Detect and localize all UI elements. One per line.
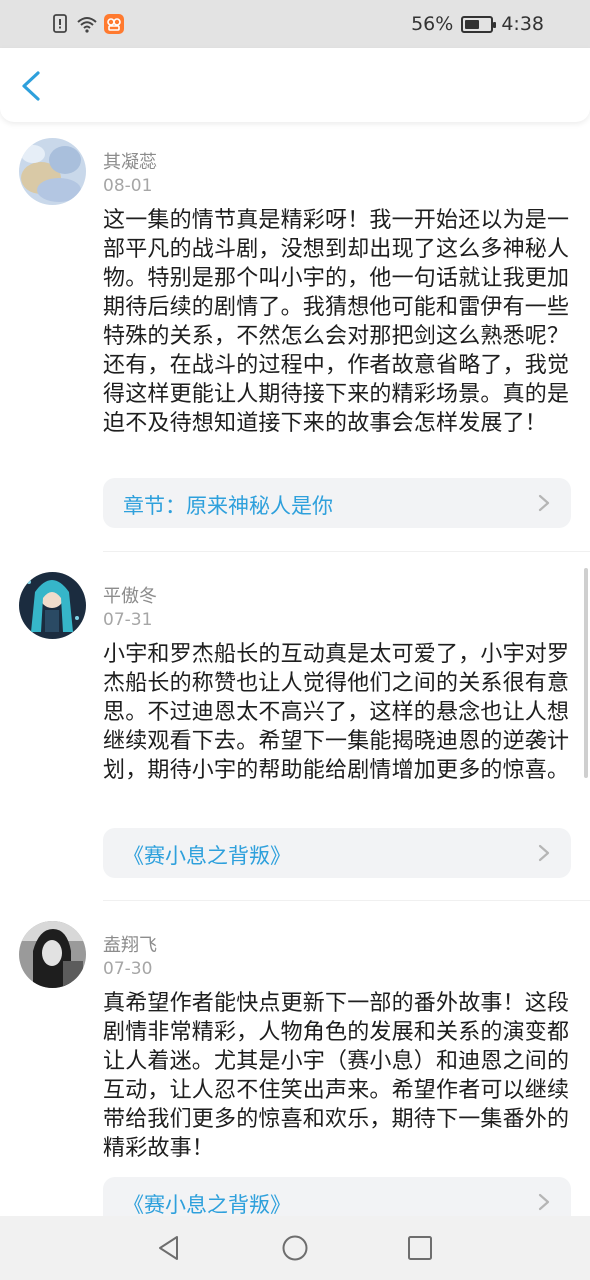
alert-icon bbox=[53, 14, 67, 33]
home-circle-icon[interactable] bbox=[281, 1234, 309, 1262]
app-notification-icon bbox=[104, 14, 124, 34]
header-bar bbox=[0, 48, 590, 122]
back-button[interactable] bbox=[14, 68, 50, 104]
wifi-icon bbox=[77, 17, 97, 33]
chevron-right-icon bbox=[538, 494, 550, 512]
comment-divider bbox=[103, 900, 590, 901]
avatar[interactable] bbox=[19, 138, 86, 205]
chevron-right-icon bbox=[538, 844, 550, 862]
recents-square-icon[interactable] bbox=[406, 1234, 434, 1262]
comment-date: 08-01 bbox=[103, 176, 153, 196]
comment-text: 小宇和罗杰船长的互动真是太可爱了，小宇对罗杰船长的称赞也让人觉得他们之间的关系很… bbox=[103, 642, 570, 783]
back-triangle-icon[interactable] bbox=[155, 1234, 183, 1262]
battery-fill bbox=[465, 19, 479, 29]
comment-text: 这一集的情节真是精彩呀！我一开始还以为是一部平凡的战斗剧，没想到却出现了这么多神… bbox=[103, 208, 570, 436]
chevron-left-icon bbox=[22, 71, 40, 101]
comment-author[interactable]: 其凝蕊 bbox=[103, 148, 157, 174]
battery-charging-icon bbox=[461, 15, 497, 33]
avatar[interactable] bbox=[19, 921, 86, 988]
clock: 4:38 bbox=[501, 13, 544, 35]
system-nav-bar bbox=[0, 1216, 590, 1280]
comment-author[interactable]: 盍翔飞 bbox=[103, 931, 157, 957]
avatar[interactable] bbox=[19, 572, 86, 639]
comment-date: 07-31 bbox=[103, 610, 153, 630]
comment-date: 07-30 bbox=[103, 959, 153, 979]
chapter-link[interactable]: 章节：原来神秘人是你 bbox=[103, 478, 571, 528]
chapter-link-label: 《赛小息之背叛》 bbox=[123, 844, 291, 868]
comment-text: 真希望作者能快点更新下一部的番外故事！这段剧情非常精彩，人物角色的发展和关系的演… bbox=[103, 991, 570, 1161]
scrollbar[interactable] bbox=[584, 568, 588, 778]
chevron-right-icon bbox=[538, 1193, 550, 1211]
comment-divider bbox=[103, 551, 590, 552]
chapter-link-label: 《赛小息之背叛》 bbox=[123, 1193, 291, 1217]
comment-author[interactable]: 平傲冬 bbox=[103, 582, 157, 608]
chapter-link[interactable]: 《赛小息之背叛》 bbox=[103, 828, 571, 878]
status-icons-right: 56% 4:38 bbox=[411, 12, 544, 36]
battery-percent: 56% bbox=[411, 13, 454, 35]
status-icons-left bbox=[50, 12, 124, 36]
chapter-link-label: 章节：原来神秘人是你 bbox=[123, 494, 333, 518]
status-bar: 56% 4:38 bbox=[0, 0, 590, 48]
